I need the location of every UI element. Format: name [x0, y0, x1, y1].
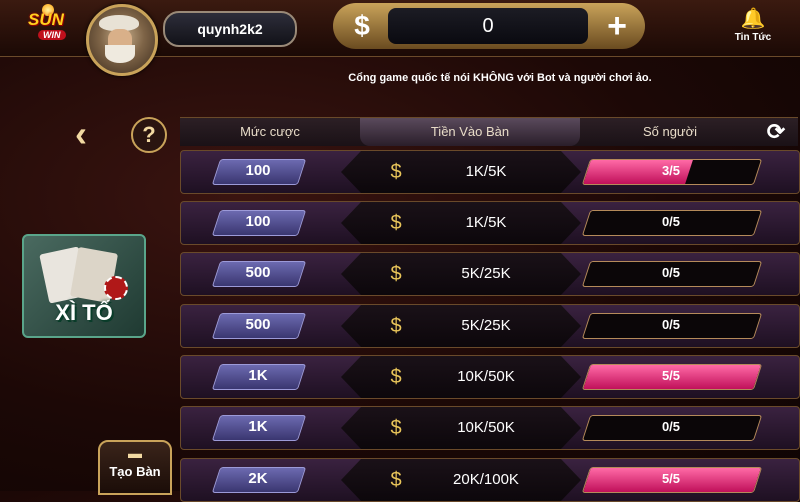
bet-amount: 500: [245, 264, 271, 281]
bet-amount: 100: [245, 213, 271, 230]
dollar-icon: $: [390, 366, 402, 388]
table-row[interactable]: 500 $5K/25K 0/5: [180, 304, 800, 348]
table-row[interactable]: 2K $20K/100K 5/5: [180, 458, 800, 502]
player-count: 5/5: [661, 368, 681, 383]
bell-icon: 🔔: [740, 8, 766, 30]
dollar-icon: $: [390, 263, 402, 285]
column-header-players: Số người: [642, 124, 698, 139]
dollar-icon: $: [390, 161, 402, 183]
balance-bar: $ 0 +: [333, 3, 645, 49]
entry-range: 20K/100K: [453, 471, 519, 488]
column-header-entry: Tiền Vào Bàn: [360, 118, 580, 146]
player-count: 3/5: [661, 163, 681, 178]
dollar-icon: $: [354, 10, 370, 41]
bet-amount: 500: [245, 316, 271, 333]
refresh-icon[interactable]: ⟳: [762, 118, 790, 146]
player-count: 5/5: [661, 471, 681, 486]
dollar-icon: $: [390, 469, 402, 491]
help-button[interactable]: ?: [131, 117, 167, 153]
poker-chip-icon: [104, 276, 128, 300]
player-count: 0/5: [661, 317, 681, 332]
create-room-button[interactable]: ▬ Tạo Bàn: [98, 440, 172, 495]
table-row[interactable]: 1K $10K/50K 5/5: [180, 355, 800, 399]
create-room-label: Tạo Bàn: [109, 464, 161, 479]
dollar-icon: $: [390, 315, 402, 337]
entry-range: 10K/50K: [457, 419, 515, 436]
table-header: Mức cược Tiền Vào Bàn Số người: [180, 117, 798, 146]
dollar-icon: $: [390, 417, 402, 439]
avatar[interactable]: [86, 4, 158, 76]
game-title: XÌ TỐ: [55, 300, 113, 325]
table-row[interactable]: 100 $1K/5K 3/5: [180, 150, 800, 194]
bet-amount: 1K: [248, 367, 268, 384]
table-row[interactable]: 100 $1K/5K 0/5: [180, 201, 800, 245]
entry-range: 1K/5K: [465, 163, 507, 180]
entry-range: 5K/25K: [461, 265, 511, 282]
logo-subtext: WIN: [38, 30, 66, 40]
news-label: Tin Tức: [734, 32, 772, 43]
add-funds-button[interactable]: +: [596, 6, 638, 46]
entry-range: 5K/25K: [461, 317, 511, 334]
game-card-xi-to[interactable]: XÌ TỐ: [22, 234, 146, 338]
balance-value: 0: [388, 8, 588, 44]
logo-text: SUN: [28, 10, 64, 29]
bet-amount: 1K: [248, 418, 268, 435]
table-row[interactable]: 500 $5K/25K 0/5: [180, 252, 800, 296]
notice-banner: Cổng game quốc tế nói KHÔNG với Bot và n…: [348, 72, 652, 84]
entry-range: 10K/50K: [457, 368, 515, 385]
player-count: 0/5: [661, 419, 681, 434]
dollar-icon: $: [390, 212, 402, 234]
entry-range: 1K/5K: [465, 214, 507, 231]
table-row[interactable]: 1K $10K/50K 0/5: [180, 406, 800, 450]
column-header-bet: Mức cược: [240, 124, 300, 139]
back-button[interactable]: ‹: [66, 114, 96, 154]
sunwin-logo: SUN WIN: [22, 4, 78, 48]
table-icon: ▬: [128, 445, 142, 461]
player-count: 0/5: [661, 265, 681, 280]
news-button[interactable]: 🔔 Tin Tức: [730, 6, 776, 54]
player-count: 0/5: [661, 214, 681, 229]
bet-amount: 100: [245, 162, 271, 179]
username-display: quynh2k2: [163, 11, 297, 47]
bet-amount: 2K: [248, 470, 268, 487]
avatar-beard: [105, 45, 135, 63]
